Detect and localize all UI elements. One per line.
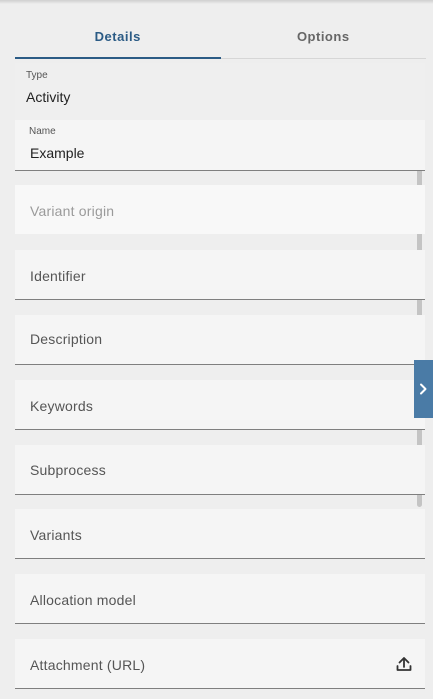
description-field[interactable]: Description [15, 315, 425, 365]
expand-panel-button[interactable] [414, 360, 433, 418]
chevron-right-icon [420, 383, 427, 395]
attachment-url-field[interactable]: Attachment (URL) [15, 639, 425, 689]
subprocess-field[interactable]: Subprocess [15, 445, 425, 495]
identifier-placeholder: Identifier [30, 268, 86, 284]
name-field[interactable]: Name Example [15, 120, 425, 171]
tab-details[interactable]: Details [15, 14, 221, 59]
name-label: Name [29, 126, 56, 137]
top-shadow [0, 0, 433, 4]
allocation-model-placeholder: Allocation model [30, 592, 136, 608]
variant-origin-placeholder: Variant origin [30, 203, 115, 219]
attachment-url-placeholder: Attachment (URL) [30, 657, 146, 673]
tab-options[interactable]: Options [221, 14, 427, 58]
tab-bar: Details Options [15, 14, 426, 59]
identifier-field[interactable]: Identifier [15, 250, 425, 300]
keywords-field[interactable]: Keywords [15, 380, 425, 430]
type-label: Type [26, 70, 48, 81]
type-value: Activity [26, 89, 71, 105]
variants-field[interactable]: Variants [15, 509, 425, 559]
upload-icon[interactable] [395, 655, 413, 673]
keywords-placeholder: Keywords [30, 398, 94, 414]
allocation-model-field[interactable]: Allocation model [15, 574, 425, 624]
name-input[interactable]: Example [30, 145, 84, 161]
description-placeholder: Description [30, 331, 103, 347]
variant-origin-field: Variant origin [15, 185, 425, 234]
type-field: Type Activity [15, 63, 425, 120]
subprocess-placeholder: Subprocess [30, 462, 106, 478]
variants-placeholder: Variants [30, 527, 82, 543]
